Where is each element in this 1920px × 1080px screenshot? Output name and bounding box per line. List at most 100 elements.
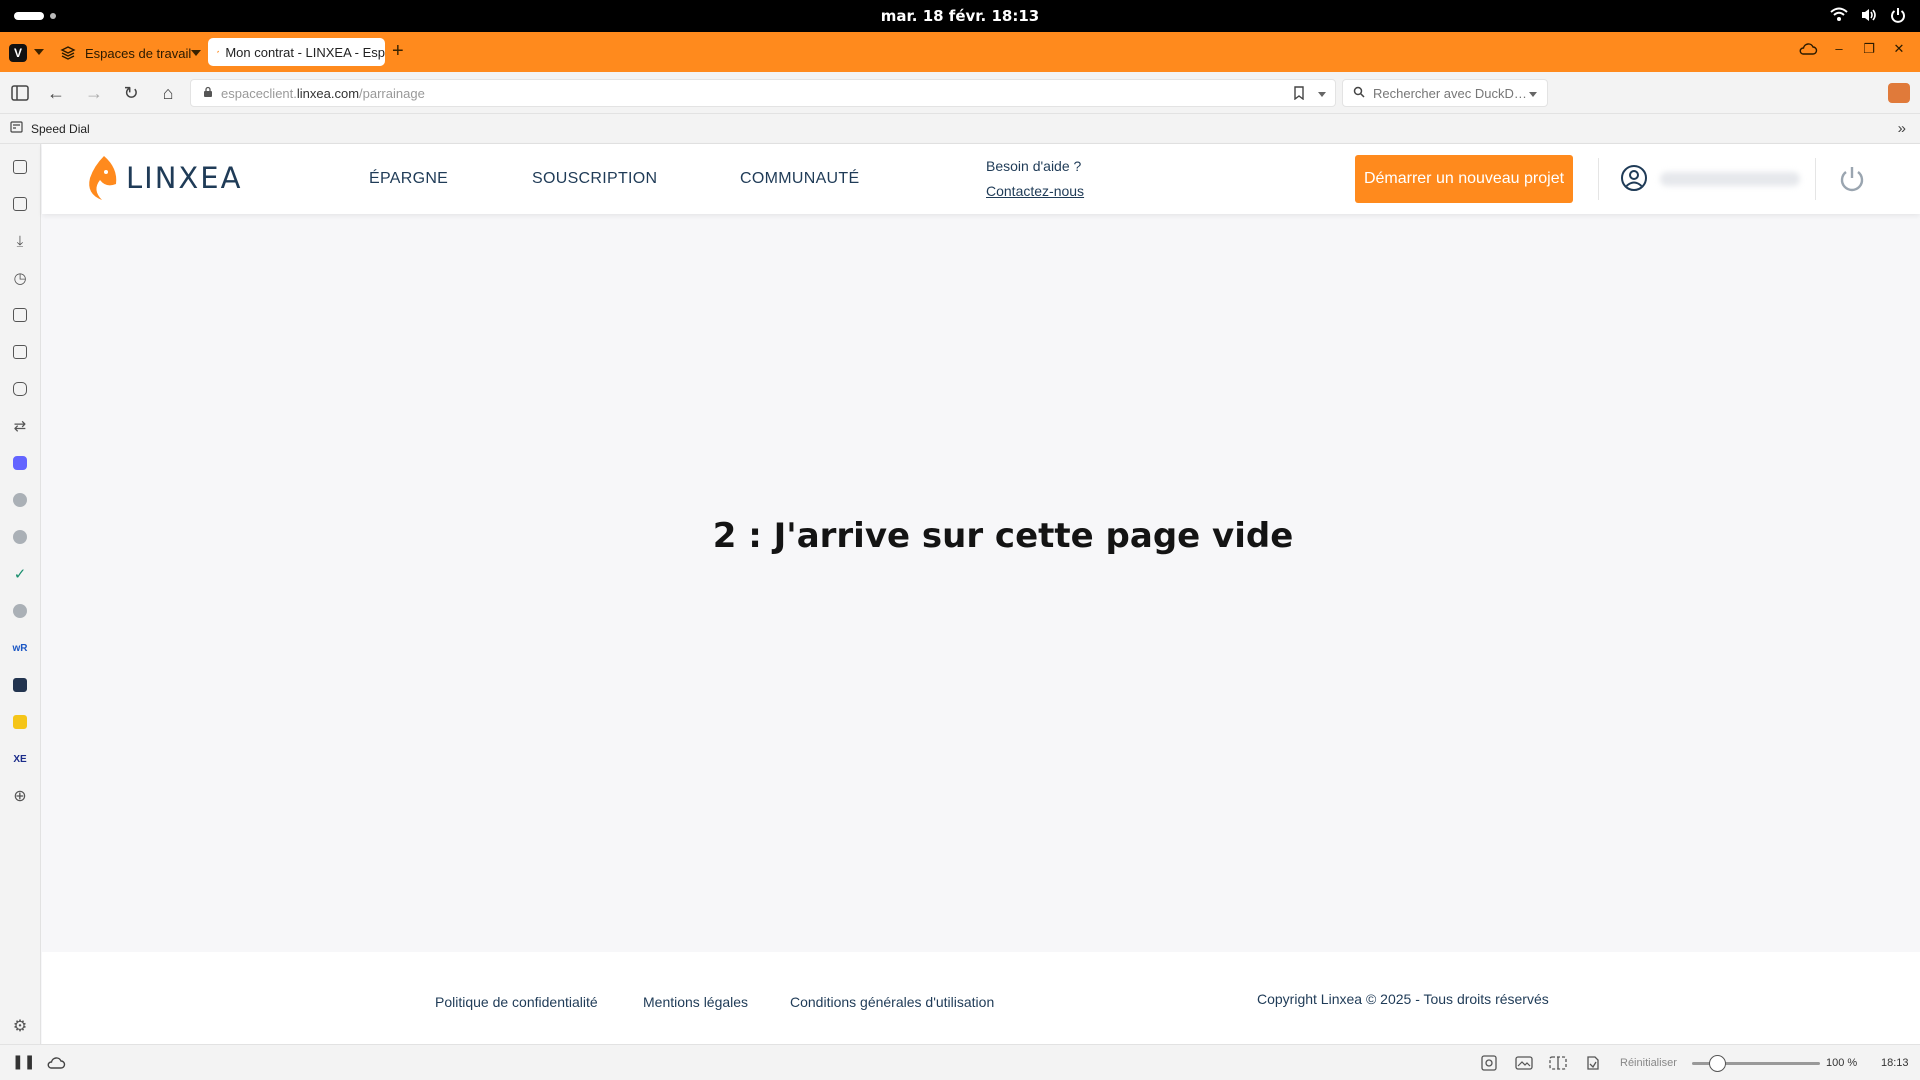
logout-power-icon[interactable] — [1838, 165, 1866, 193]
mastodon-icon[interactable] — [11, 454, 29, 472]
side-panel: ⤓ ◷ ⇄ ✓ wR XE ⊕ ⚙ — [0, 144, 41, 1044]
zoom-level: 100 % — [1826, 1057, 1858, 1069]
activities-indicator[interactable] — [14, 12, 56, 20]
workspaces-label: Espaces de travail — [85, 45, 192, 61]
system-clock[interactable]: mar. 18 févr. 18:13 — [0, 7, 1920, 25]
footer-copyright: Copyright Linxea © 2025 - Tous droits ré… — [1257, 991, 1549, 1007]
tab-active[interactable]: Mon contrat - LINXEA - Esp — [208, 38, 385, 66]
forward-button[interactable]: → — [84, 83, 104, 103]
notes-icon[interactable] — [11, 306, 29, 324]
workspaces-button[interactable]: Espaces de travail — [60, 41, 191, 65]
web-page: LINXEA ÉPARGNE SOUSCRIPTION COMMUNAUTÉ B… — [42, 144, 1920, 1044]
user-name-blurred[interactable] — [1660, 172, 1800, 186]
history-icon[interactable]: ◷ — [11, 269, 29, 287]
checkmark-app-icon[interactable]: ✓ — [11, 565, 29, 583]
back-button[interactable]: ← — [46, 83, 66, 103]
search-icon — [1353, 86, 1367, 101]
reading-list-icon[interactable] — [11, 195, 29, 213]
add-panel-icon[interactable]: ⊕ — [11, 787, 29, 805]
url-domain: linxea.com — [296, 85, 360, 101]
page-tiling-icon[interactable] — [1549, 1055, 1567, 1074]
image-toggle-icon[interactable] — [1515, 1055, 1533, 1074]
linxea-fox-logo-icon — [89, 156, 117, 200]
power-menu-icon — [1891, 8, 1905, 23]
panel-toggle-icon[interactable] — [10, 83, 30, 103]
browser-status-bar: ❚❚ Réinitialiser 100 % 18:13 — [0, 1044, 1920, 1080]
downloads-icon[interactable]: ⤓ — [11, 232, 29, 250]
layers-icon — [60, 46, 76, 60]
window-controls: – ❐ ✕ — [1798, 40, 1908, 58]
new-tab-button[interactable]: + — [392, 40, 404, 62]
nav-communaute[interactable]: COMMUNAUTÉ — [740, 170, 859, 188]
volume-icon — [1862, 9, 1876, 21]
browser-tab-bar: V Espaces de travail Mon contrat - LINXE… — [0, 32, 1920, 72]
contact-link[interactable]: Contactez-nous — [986, 183, 1084, 199]
journal-app-icon[interactable] — [11, 676, 29, 694]
wordreference-icon[interactable]: wR — [11, 639, 29, 657]
system-tray[interactable] — [1830, 7, 1906, 23]
vivaldi-menu-icon[interactable]: V — [9, 44, 27, 62]
address-toolbar: ← → ↻ ⌂ ⊘ espaceclient.linxea.com/parrai… — [0, 72, 1920, 114]
panel-toggle-icon[interactable]: ❚❚ — [12, 1053, 35, 1070]
sync-cloud-icon[interactable] — [1798, 41, 1818, 57]
minimize-button[interactable]: – — [1830, 40, 1848, 58]
nav-souscription[interactable]: SOUSCRIPTION — [532, 170, 657, 188]
capture-icon[interactable] — [1481, 1055, 1497, 1074]
lock-icon — [203, 86, 213, 101]
url-path: /parrainage — [359, 85, 425, 101]
footer-link-privacy[interactable]: Politique de confidentialité — [435, 994, 598, 1010]
sync-icon[interactable]: ⇄ — [11, 417, 29, 435]
chevron-down-icon[interactable] — [34, 49, 44, 55]
xe-app-icon[interactable]: XE — [11, 750, 29, 768]
sync-cloud-icon[interactable] — [46, 1055, 66, 1074]
search-placeholder: Rechercher avec DuckD… — [1373, 85, 1527, 101]
home-icon[interactable]: ⌂ — [158, 83, 178, 103]
yellow-app-icon[interactable] — [11, 713, 29, 731]
url-prefix: espaceclient. — [221, 85, 297, 101]
footer-link-legal[interactable]: Mentions légales — [643, 994, 748, 1010]
linxea-logo[interactable]: LINXEA — [84, 154, 242, 202]
bookmark-icon[interactable] — [1293, 86, 1305, 103]
zoom-slider-handle[interactable] — [1709, 1055, 1726, 1072]
footer-link-terms[interactable]: Conditions générales d'utilisation — [790, 994, 994, 1010]
chevron-down-icon[interactable] — [191, 50, 201, 56]
chevron-down-icon[interactable] — [1529, 92, 1537, 97]
zoom-reset-button[interactable]: Réinitialiser — [1620, 1057, 1677, 1069]
profile-avatar-icon[interactable] — [1888, 83, 1910, 103]
web-panel-globe-icon[interactable] — [11, 602, 29, 620]
linxea-favicon-icon — [217, 50, 220, 54]
site-footer: Politique de confidentialité Mentions lé… — [42, 952, 1920, 1044]
chevron-double-right-icon[interactable]: » — [1898, 120, 1906, 137]
new-project-button[interactable]: Démarrer un nouveau projet — [1355, 155, 1573, 203]
search-field[interactable]: Rechercher avec DuckD… — [1342, 79, 1548, 107]
bookmarks-panel-icon[interactable] — [11, 158, 29, 176]
chevron-down-icon[interactable] — [1318, 92, 1326, 97]
tab-title: Mon contrat - LINXEA - Esp — [225, 44, 385, 60]
url-field[interactable]: espaceclient. linxea.com/parrainage — [190, 79, 1336, 107]
bookmarks-bar: Speed Dial » — [0, 114, 1920, 144]
settings-gear-icon[interactable]: ⚙ — [11, 1017, 29, 1035]
nav-epargne[interactable]: ÉPARGNE — [369, 170, 448, 188]
help-question: Besoin d'aide ? — [986, 158, 1082, 174]
web-panel-globe-icon[interactable] — [11, 491, 29, 509]
translate-icon[interactable] — [11, 343, 29, 361]
page-headline: 2 : J'arrive sur cette page vide — [712, 516, 1294, 556]
divider — [1815, 158, 1816, 200]
window-panel-icon[interactable] — [11, 380, 29, 398]
reload-button[interactable]: ↻ — [121, 83, 141, 103]
workspace-active-pill — [14, 12, 44, 20]
maximize-button[interactable]: ❐ — [1860, 40, 1878, 58]
close-window-button[interactable]: ✕ — [1890, 40, 1908, 58]
status-clock: 18:13 — [1881, 1057, 1909, 1069]
system-top-bar: mar. 18 févr. 18:13 — [0, 0, 1920, 32]
divider — [1598, 158, 1599, 200]
user-account-icon[interactable] — [1620, 164, 1648, 192]
bookmark-speed-dial[interactable]: Speed Dial — [31, 122, 90, 136]
web-panel-globe-icon[interactable] — [11, 528, 29, 546]
logo-text: LINXEA — [126, 161, 243, 195]
wifi-icon — [1830, 7, 1848, 21]
workspace-dot — [50, 13, 56, 19]
site-header: LINXEA ÉPARGNE SOUSCRIPTION COMMUNAUTÉ B… — [42, 144, 1920, 214]
page-actions-icon[interactable] — [1585, 1055, 1601, 1074]
speed-dial-icon — [10, 121, 23, 136]
